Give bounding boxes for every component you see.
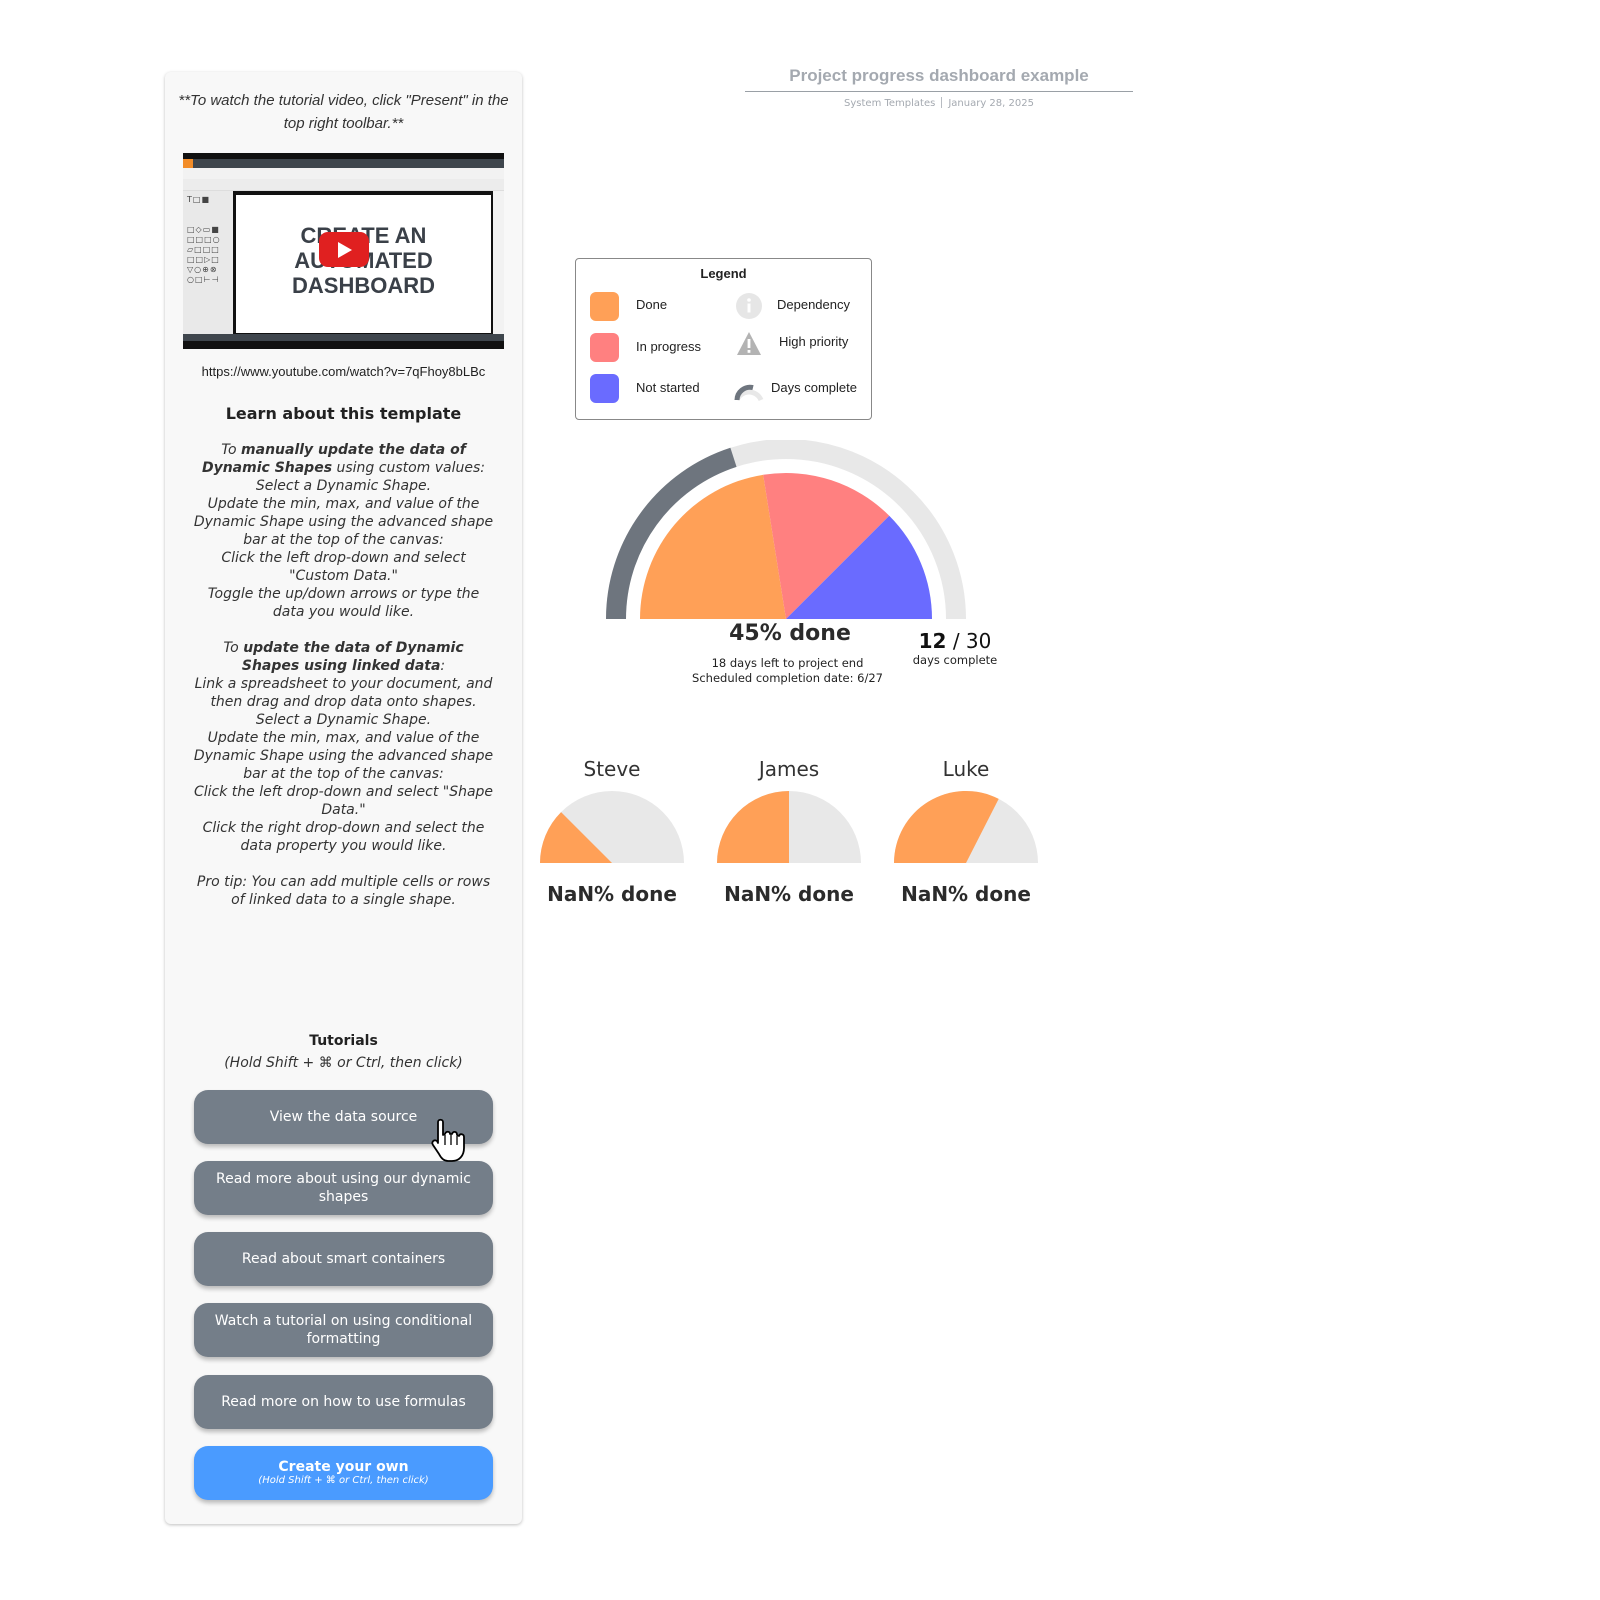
not-started-swatch [590, 374, 619, 403]
gauge-steve [540, 791, 684, 863]
person-name-steve: Steve [583, 757, 641, 781]
person-name-james: James [758, 757, 820, 781]
legend-label-in-progress: In progress [636, 339, 702, 354]
done-swatch [590, 292, 619, 321]
manual-intro: To manually update the data of Dynamic S… [201, 442, 486, 476]
button-label: Read more on how to use formulas [221, 1394, 466, 1410]
manual-step: Update the min, max, and value of the Dy… [193, 496, 494, 548]
project-percent-done: 45% done [729, 621, 851, 646]
days-count: 12 / 30 [905, 629, 1005, 653]
headline-line: DASHBOARD [292, 273, 435, 298]
youtube-play-icon[interactable] [319, 232, 369, 267]
legend-label-done: Done [636, 297, 668, 312]
tutorials-subtitle: (Hold Shift + ⌘ or Ctrl, then click) [224, 1055, 463, 1071]
gauge-james [717, 791, 861, 863]
manual-step: Toggle the up/down arrows or type the da… [207, 586, 480, 620]
legend-label-not-started: Not started [636, 380, 700, 395]
linked-step: Update the min, max, and value of the Dy… [193, 730, 494, 782]
linked-step: Click the left drop-down and select "Sha… [193, 784, 494, 818]
days-total-value: 30 [965, 629, 992, 653]
manual-step: Click the left drop-down and select "Cus… [221, 550, 466, 584]
pro-tip: Pro tip: You can add multiple cells or r… [196, 874, 491, 908]
in-progress-swatch [590, 333, 619, 362]
dynamic-shapes-button[interactable]: Read more about using our dynamic shapes [194, 1161, 493, 1215]
video-app-right-rail [493, 191, 504, 334]
button-label: Read more about using our dynamic shapes [216, 1171, 471, 1205]
project-gauge [606, 440, 966, 620]
legend-label-days-complete: Days complete [771, 380, 857, 395]
video-app-menubar [183, 168, 504, 179]
meta-separator [941, 97, 943, 108]
video-app-titlebar [183, 159, 504, 168]
button-label: Read about smart containers [241, 1251, 446, 1267]
info-icon [736, 293, 762, 319]
person-name-luke: Luke [942, 757, 990, 781]
document-title: Project progress dashboard example [789, 66, 1089, 85]
completion-date-text: Scheduled completion date: 6/27 [692, 671, 883, 685]
learn-title: Learn about this template [225, 404, 462, 423]
learn-instructions: To manually update the data of Dynamic S… [193, 441, 494, 909]
hand-cursor-icon [431, 1118, 465, 1162]
arc-icon [734, 384, 764, 402]
manual-step: Select a Dynamic Shape. [255, 478, 432, 494]
project-schedule: 18 days left to project end Scheduled co… [660, 656, 915, 686]
tutorial-panel: **To watch the tutorial video, click "Pr… [165, 72, 522, 1524]
video-app-statusbar [183, 334, 504, 341]
smart-containers-button[interactable]: Read about smart containers [194, 1232, 493, 1286]
person-done-steve: NaN% done [547, 882, 677, 906]
folder-icon [183, 159, 193, 168]
shape-icons: T□■ □◇▭■ □□□○ ▱□□□ □□▷□ ▽○⊕⊗ ○□⊢⊣ [187, 195, 221, 284]
title-divider [745, 91, 1133, 92]
days-separator: / [946, 629, 966, 653]
warning-icon [737, 332, 761, 355]
legend-label-high-priority: High priority [779, 334, 849, 349]
button-label: Watch a tutorial on using conditional fo… [214, 1313, 473, 1347]
days-complete-label: days complete [912, 653, 998, 667]
done-slice [717, 791, 789, 863]
days-left-text: 18 days left to project end [711, 656, 864, 670]
document-date: January 28, 2025 [948, 98, 1034, 109]
formulas-button[interactable]: Read more on how to use formulas [194, 1375, 493, 1429]
video-thumbnail[interactable]: T□■□◇▭■□□□○▱□□□□□▷□▽○⊕⊗○□⊢⊣ CREATE AN AU… [183, 153, 504, 349]
linked-step: Link a spreadsheet to your document, and… [194, 676, 493, 710]
legend-label-dependency: Dependency [777, 297, 850, 312]
legend-title: Legend [700, 266, 747, 281]
linked-step: Click the right drop-down and select the… [202, 820, 485, 854]
person-done-luke: NaN% done [901, 882, 1031, 906]
linked-intro: To update the data of Dynamic Shapes usi… [223, 640, 464, 674]
video-app-toolbar [183, 179, 504, 191]
create-your-own-button[interactable]: Create your own (Hold Shift + ⌘ or Ctrl,… [194, 1446, 493, 1500]
document-meta: System Templates January 28, 2025 [745, 97, 1133, 109]
legend: Legend Done In progress Not started Depe… [575, 258, 872, 420]
button-label: View the data source [269, 1109, 418, 1125]
linked-step: Select a Dynamic Shape. [255, 712, 432, 728]
present-tip: **To watch the tutorial video, click "Pr… [178, 92, 509, 132]
days-done-value: 12 [918, 629, 947, 653]
tutorials-title: Tutorials [309, 1033, 378, 1049]
document-source[interactable]: System Templates [844, 98, 935, 109]
button-sublabel: (Hold Shift + ⌘ or Ctrl, then click) [258, 1475, 429, 1486]
person-done-james: NaN% done [724, 882, 854, 906]
button-label: Create your own [278, 1459, 409, 1475]
gauge-luke [894, 791, 1038, 863]
conditional-formatting-button[interactable]: Watch a tutorial on using conditional fo… [194, 1303, 493, 1357]
video-url-link[interactable]: https://www.youtube.com/watch?v=7qFhoy8b… [165, 364, 522, 379]
